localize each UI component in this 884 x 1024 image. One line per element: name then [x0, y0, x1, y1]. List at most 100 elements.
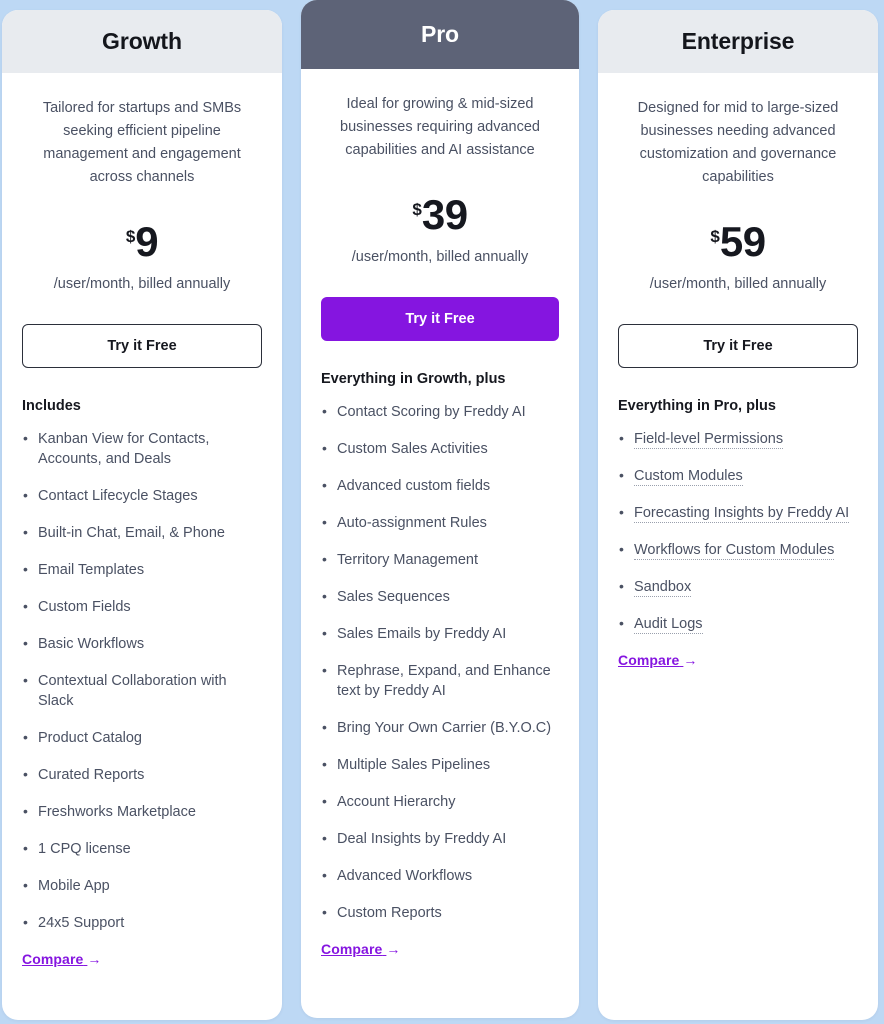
- plan-title-pro: Pro: [420, 21, 460, 47]
- feature-label: Custom Modules: [634, 468, 743, 487]
- compare-link-label: Compare: [618, 652, 680, 669]
- billing-note-enterprise: /user/month, billed annually: [649, 276, 827, 293]
- price-block-pro: $ 39 /user/month, billed annually: [321, 190, 559, 268]
- feature-label: Sandbox: [634, 579, 692, 598]
- feature-item: Multiple Sales Pipelines: [321, 754, 559, 775]
- plan-title-enterprise: Enterprise: [681, 28, 795, 54]
- features-list-enterprise: Field-level Permissions Custom Modules F…: [618, 428, 858, 651]
- feature-label: Auto-assignment Rules: [337, 515, 487, 532]
- feature-item: Advanced custom fields: [321, 475, 559, 496]
- try-it-free-button-enterprise[interactable]: Try it Free: [618, 324, 858, 369]
- compare-link-enterprise[interactable]: Compare →: [618, 652, 858, 668]
- feature-item[interactable]: Audit Logs: [618, 613, 858, 635]
- price-row-growth: $ 9: [125, 217, 159, 265]
- feature-item: Auto-assignment Rules: [321, 512, 559, 533]
- price-amount-pro: 39: [421, 190, 468, 238]
- compare-link-label: Compare: [22, 951, 84, 968]
- feature-item: Account Hierarchy: [321, 791, 559, 812]
- price-row-pro: $ 39: [412, 190, 468, 238]
- feature-item[interactable]: Forecasting Insights by Freddy AI: [618, 502, 858, 524]
- plan-header-enterprise: Enterprise: [598, 10, 878, 73]
- features-title-enterprise: Everything in Pro, plus: [618, 398, 776, 415]
- feature-label: Basic Workflows: [38, 636, 145, 653]
- compare-link-pro[interactable]: Compare →: [321, 941, 559, 957]
- feature-label: Deal Insights by Freddy AI: [337, 831, 507, 848]
- arrow-right-icon: →: [386, 941, 401, 958]
- feature-item: Mobile App: [22, 875, 262, 896]
- features-title-growth: Includes: [22, 398, 81, 415]
- billing-note-pro: /user/month, billed annually: [351, 249, 529, 266]
- feature-item[interactable]: Sandbox: [618, 576, 858, 598]
- feature-label: Contact Scoring by Freddy AI: [337, 404, 526, 421]
- compare-link-growth[interactable]: Compare →: [22, 951, 262, 967]
- price-amount-enterprise: 59: [719, 217, 766, 265]
- feature-label: Field-level Permissions: [634, 431, 784, 450]
- feature-label: Contextual Collaboration with Slack: [38, 673, 227, 710]
- feature-item: Kanban View for Contacts, Accounts, and …: [22, 428, 262, 469]
- billing-note-growth: /user/month, billed annually: [53, 276, 231, 293]
- plan-description-enterprise: Designed for mid to large-sized business…: [637, 99, 839, 185]
- feature-label: Audit Logs: [634, 616, 703, 635]
- currency-symbol-growth: $: [125, 226, 136, 246]
- feature-label: Contact Lifecycle Stages: [38, 488, 198, 505]
- feature-item: Freshworks Marketplace: [22, 801, 262, 822]
- feature-label: Workflows for Custom Modules: [634, 542, 835, 561]
- try-it-free-button-growth[interactable]: Try it Free: [22, 324, 262, 369]
- feature-item: Sales Emails by Freddy AI: [321, 623, 559, 644]
- feature-label: Freshworks Marketplace: [38, 804, 196, 821]
- plan-description-pro: Ideal for growing & mid-sized businesses…: [340, 95, 540, 158]
- features-list-pro: Contact Scoring by Freddy AI Custom Sale…: [321, 401, 559, 940]
- feature-item: Custom Sales Activities: [321, 438, 559, 459]
- feature-item: Rephrase, Expand, and Enhance text by Fr…: [321, 660, 559, 701]
- features-list-growth: Kanban View for Contacts, Accounts, and …: [22, 428, 262, 950]
- feature-item: Contact Scoring by Freddy AI: [321, 401, 559, 422]
- plan-body-pro: Ideal for growing & mid-sized businesses…: [301, 69, 579, 1018]
- try-it-free-button-pro[interactable]: Try it Free: [321, 297, 559, 342]
- feature-label: Account Hierarchy: [337, 794, 456, 811]
- feature-item: Custom Reports: [321, 902, 559, 923]
- feature-item: Advanced Workflows: [321, 865, 559, 886]
- feature-item: Email Templates: [22, 559, 262, 580]
- price-row-enterprise: $ 59: [710, 217, 766, 265]
- feature-label: 24x5 Support: [38, 915, 125, 932]
- feature-item: Bring Your Own Carrier (B.Y.O.C): [321, 717, 559, 738]
- plan-card-growth: Growth Tailored for startups and SMBs se…: [2, 10, 282, 1020]
- compare-link-label: Compare: [321, 941, 383, 958]
- feature-label: Custom Fields: [38, 599, 131, 616]
- feature-label: Advanced custom fields: [337, 478, 491, 495]
- price-block-enterprise: $ 59 /user/month, billed annually: [618, 217, 858, 295]
- features-title-pro: Everything in Growth, plus: [321, 371, 506, 388]
- feature-item: 1 CPQ license: [22, 838, 262, 859]
- plan-card-enterprise: Enterprise Designed for mid to large-siz…: [598, 10, 878, 1020]
- feature-label: Sales Emails by Freddy AI: [337, 626, 507, 643]
- feature-item[interactable]: Workflows for Custom Modules: [618, 539, 858, 561]
- feature-label: Sales Sequences: [337, 589, 450, 606]
- feature-item: Product Catalog: [22, 727, 262, 748]
- feature-item: Custom Fields: [22, 596, 262, 617]
- plan-title-growth: Growth: [102, 28, 182, 54]
- feature-item[interactable]: Custom Modules: [618, 465, 858, 487]
- feature-label: Mobile App: [38, 878, 110, 895]
- plan-body-growth: Tailored for startups and SMBs seeking e…: [2, 73, 282, 1020]
- feature-label: Email Templates: [38, 562, 145, 579]
- feature-label: 1 CPQ license: [38, 841, 131, 858]
- feature-label: Curated Reports: [38, 767, 145, 784]
- feature-item: Contextual Collaboration with Slack: [22, 670, 262, 711]
- pricing-plans-container: Growth Tailored for startups and SMBs se…: [0, 0, 884, 1024]
- plan-body-enterprise: Designed for mid to large-sized business…: [598, 73, 878, 1020]
- feature-label: Product Catalog: [38, 730, 142, 747]
- price-block-growth: $ 9 /user/month, billed annually: [22, 217, 262, 295]
- feature-label: Bring Your Own Carrier (B.Y.O.C): [337, 720, 552, 737]
- feature-item: Deal Insights by Freddy AI: [321, 828, 559, 849]
- currency-symbol-pro: $: [412, 199, 422, 219]
- plan-card-pro: Pro Ideal for growing & mid-sized busine…: [301, 0, 579, 1018]
- feature-item: Territory Management: [321, 549, 559, 570]
- arrow-right-icon: →: [683, 652, 698, 669]
- feature-item: Curated Reports: [22, 764, 262, 785]
- feature-item: Sales Sequences: [321, 586, 559, 607]
- feature-label: Forecasting Insights by Freddy AI: [634, 505, 850, 524]
- price-amount-growth: 9: [135, 217, 159, 265]
- feature-label: Kanban View for Contacts, Accounts, and …: [38, 431, 210, 468]
- plan-description-growth: Tailored for startups and SMBs seeking e…: [42, 99, 242, 185]
- feature-item[interactable]: Field-level Permissions: [618, 428, 858, 450]
